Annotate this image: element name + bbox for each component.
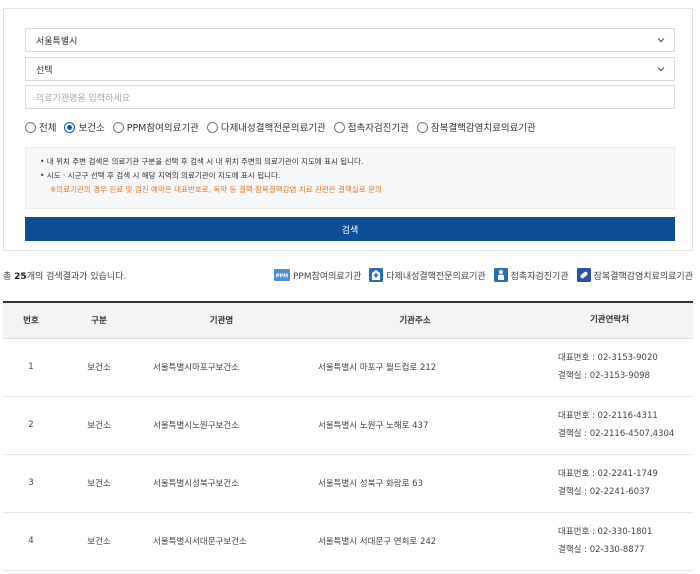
- district-select-value: 선택: [36, 65, 53, 76]
- person-icon: [493, 268, 508, 282]
- tb-number: 결핵실 : 02-2241-6037: [558, 487, 650, 497]
- cell-no: 1: [28, 362, 34, 372]
- results-table: 번호 구분 기관명 기관주소 기관연락처 1 보건소 서울특별시마포구보건소 서…: [3, 301, 693, 571]
- legend-label: 접촉자검진기관: [510, 271, 569, 282]
- tb-number: 결핵실 : 02-330-8877: [558, 545, 645, 555]
- institution-name-input[interactable]: 의료기관명을 입력하세요: [25, 85, 675, 109]
- table-row[interactable]: 4 보건소 서울특별시서대문구보건소 서울특별시 서대문구 연희로 242 대표…: [3, 512, 693, 570]
- cell-address: 서울특별시 성북구 화랑로 63: [318, 479, 423, 489]
- header-name: 기관명: [209, 316, 234, 327]
- table-row[interactable]: 1 보건소 서울특별시마포구보건소 서울특별시 마포구 월드컵로 212 대표번…: [3, 338, 693, 396]
- rep-number: 대표번호 : 02-2116-4311: [558, 411, 658, 421]
- notice-line: • 내 위치 주변 검색은 의료기관 구분을 선택 후 검색 시 내 위치 주변…: [40, 157, 364, 166]
- cell-contact: 대표번호 : 02-2116-4311 결핵실 : 02-2116-4507,43…: [526, 396, 693, 454]
- capsule-icon: [576, 268, 591, 282]
- result-count: 총 25개의 검색결과가 있습니다.: [3, 269, 126, 282]
- radio-health-center[interactable]: 보건소: [64, 120, 105, 134]
- legend-label: 잠복결핵감염치료의료기관: [593, 271, 693, 282]
- institution-name-placeholder: 의료기관명을 입력하세요: [36, 93, 130, 104]
- cell-address: 서울특별시 마포구 월드컵로 212: [318, 363, 437, 373]
- radio-mdr-tb[interactable]: 다제내성결핵전문의료기관: [206, 120, 326, 134]
- ppm-icon: PPM: [273, 269, 290, 281]
- cell-address: 서울특별시 서대문구 연희로 242: [318, 537, 437, 547]
- district-select[interactable]: 선택: [25, 57, 675, 81]
- tb-number: 결핵실 : 02-3153-9098: [558, 371, 650, 381]
- cell-type: 보건소: [87, 363, 111, 373]
- radio-label: 다제내성결핵전문의료기관: [220, 123, 326, 134]
- radio-latent-tb[interactable]: 잠복결핵감염치료의료기관: [416, 120, 536, 134]
- rep-number: 대표번호 : 02-3153-9020: [558, 353, 658, 363]
- cell-type: 보건소: [87, 537, 111, 547]
- legend-mdr: 다제내성결핵전문의료기관: [369, 268, 486, 282]
- radio-ppm[interactable]: PPM참여의료기관: [112, 120, 199, 134]
- radio-label: 보건소: [78, 123, 105, 134]
- legend-ppm: PPM PPM참여의료기관: [273, 269, 362, 282]
- radio-label: PPM참여의료기관: [126, 123, 199, 134]
- tb-number: 결핵실 : 02-2116-4507,4304: [558, 429, 675, 439]
- notice-line: • 시도 · 시군구 선택 후 검색 시 해당 지역의 의료기관이 지도에 표시…: [40, 171, 281, 180]
- header-type: 구분: [91, 316, 107, 327]
- cell-type: 보건소: [87, 479, 111, 489]
- radio-dot[interactable]: [333, 121, 345, 133]
- header-contact: 기관연락처: [589, 315, 630, 326]
- radio-dot[interactable]: [206, 121, 218, 133]
- cell-name: 서울특별시성북구보건소: [153, 479, 240, 489]
- radio-label: 접촉자검진기관: [347, 123, 409, 134]
- region-select-value: 서울특별시: [36, 36, 78, 47]
- radio-label: 전체: [39, 123, 57, 134]
- cell-contact: 대표번호 : 02-3153-9020 결핵실 : 02-3153-9098: [526, 338, 693, 396]
- cell-name: 서울특별시노원구보건소: [153, 421, 240, 431]
- institution-type-radio-group: 전체 보건소 PPM참여의료기관 다제내성결핵전문의료기관 접촉자검진기관 잠복…: [25, 120, 544, 134]
- result-count-number: 25: [14, 271, 27, 282]
- cell-name: 서울특별시서대문구보건소: [153, 537, 247, 547]
- radio-dot[interactable]: [64, 121, 76, 133]
- search-button[interactable]: 검색: [25, 217, 675, 241]
- region-select[interactable]: 서울특별시: [25, 28, 675, 52]
- radio-contact-screening[interactable]: 접촉자검진기관: [333, 120, 409, 134]
- radio-dot[interactable]: [25, 121, 36, 133]
- cell-no: 4: [28, 536, 34, 546]
- cell-address: 서울특별시 노원구 노해로 437: [318, 421, 429, 431]
- search-panel: 서울특별시 선택 의료기관명을 입력하세요 전체 보건소 PPM참여의료기관 다…: [3, 8, 693, 251]
- cell-contact: 대표번호 : 02-330-1801 결핵실 : 02-330-8877: [526, 512, 693, 570]
- result-prefix: 총: [3, 271, 15, 282]
- legend-label: PPM참여의료기관: [292, 271, 362, 282]
- table-row[interactable]: 2 보건소 서울특별시노원구보건소 서울특별시 노원구 노해로 437 대표번호…: [3, 396, 693, 454]
- cell-no: 3: [28, 478, 34, 488]
- chevron-down-icon: [657, 38, 665, 43]
- legend-label: 다제내성결핵전문의료기관: [386, 271, 486, 282]
- svg-text:PPM: PPM: [276, 274, 288, 280]
- result-suffix: 개의 검색결과가 있습니다.: [26, 271, 127, 282]
- rep-number: 대표번호 : 02-2241-1749: [558, 469, 658, 479]
- cell-type: 보건소: [87, 421, 111, 431]
- header-address: 기관주소: [399, 316, 431, 327]
- result-bar: 총 25개의 검색결과가 있습니다. PPM PPM참여의료기관 다제내성결핵전…: [3, 264, 693, 286]
- legend: PPM PPM참여의료기관 다제내성결핵전문의료기관 접촉자검진기관 잠복결핵감…: [266, 268, 693, 282]
- radio-dot[interactable]: [112, 121, 124, 133]
- notice-box: • 내 위치 주변 검색은 의료기관 구분을 선택 후 검색 시 내 위치 주변…: [25, 147, 675, 209]
- radio-label: 잠복결핵감염치료의료기관: [430, 123, 536, 134]
- header-no: 번호: [23, 316, 39, 327]
- table-header-row: 번호 구분 기관명 기관주소 기관연락처: [3, 302, 693, 338]
- table-row[interactable]: 3 보건소 서울특별시성북구보건소 서울특별시 성북구 화랑로 63 대표번호 …: [3, 454, 693, 512]
- cell-name: 서울특별시마포구보건소: [153, 363, 240, 373]
- chevron-down-icon: [657, 67, 665, 72]
- legend-latent: 잠복결핵감염치료의료기관: [576, 268, 693, 282]
- notice-warning: ※의료기관의 경우 진료 및 검진 예약은 대표번호로, 독약 등 결핵·잠복결…: [50, 185, 382, 194]
- radio-all[interactable]: 전체: [25, 120, 56, 134]
- radio-dot[interactable]: [416, 121, 428, 133]
- hospital-icon: [369, 268, 384, 282]
- legend-contact: 접촉자검진기관: [493, 268, 569, 282]
- rep-number: 대표번호 : 02-330-1801: [558, 527, 653, 537]
- cell-contact: 대표번호 : 02-2241-1749 결핵실 : 02-2241-6037: [526, 454, 693, 512]
- cell-no: 2: [28, 420, 34, 430]
